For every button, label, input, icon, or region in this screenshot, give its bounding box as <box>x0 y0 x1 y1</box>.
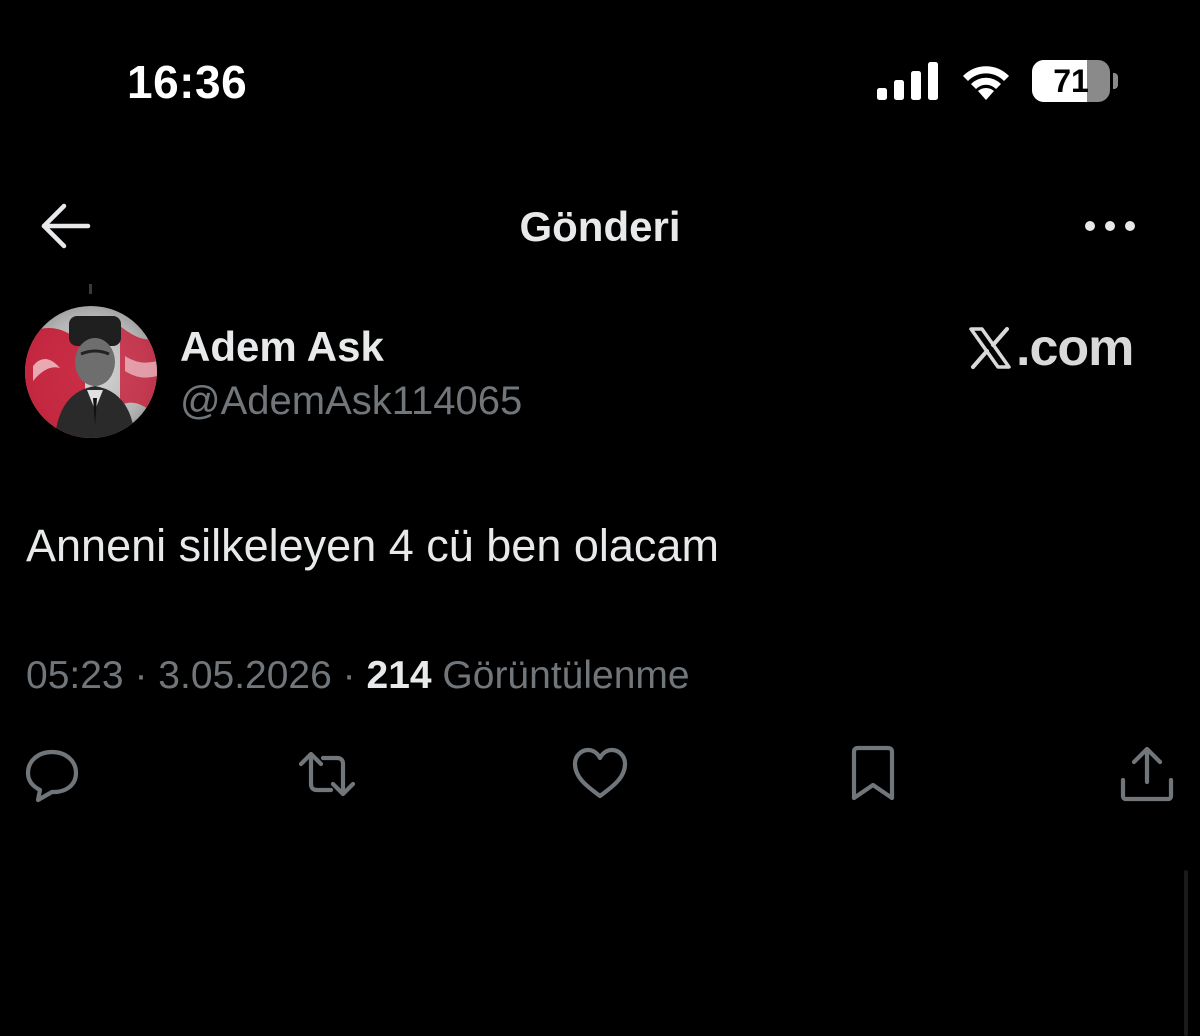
bookmark-icon <box>851 745 895 801</box>
profile-avatar <box>25 306 157 438</box>
share-icon <box>1120 746 1174 802</box>
tweet-text: Anneni silkeleyen 4 cü ben olacam <box>26 520 719 571</box>
battery-percentage: 71 <box>1053 63 1089 99</box>
avatar[interactable] <box>25 306 157 438</box>
status-time: 16:36 <box>127 56 248 108</box>
more-horizontal-icon <box>1085 221 1135 231</box>
x-logo-icon <box>969 327 1011 369</box>
reply-button[interactable] <box>22 744 82 804</box>
watermark-text: .com <box>1016 319 1134 377</box>
bookmark-button[interactable] <box>843 744 903 804</box>
tweet-time[interactable]: 05:23 <box>26 654 124 697</box>
back-button[interactable] <box>38 200 94 252</box>
cellular-signal-icon <box>877 62 938 100</box>
watermark: .com <box>968 318 1134 378</box>
thread-connector <box>89 284 92 294</box>
reply-icon <box>25 749 79 803</box>
repost-icon <box>298 751 356 797</box>
heart-icon <box>572 747 628 799</box>
repost-button[interactable] <box>297 744 357 804</box>
scroll-indicator <box>1184 870 1188 1036</box>
author-handle[interactable]: @AdemAsk114065 <box>180 377 522 425</box>
views-count[interactable]: 214 <box>367 654 432 697</box>
more-options-button[interactable] <box>1080 206 1140 246</box>
arrow-left-icon <box>41 203 91 249</box>
tweet-date[interactable]: 3.05.2026 <box>158 654 332 697</box>
meta-separator: · <box>342 654 356 697</box>
author-name[interactable]: Adem Ask <box>180 322 384 372</box>
page-title: Gönderi <box>519 203 681 250</box>
like-button[interactable] <box>570 744 630 804</box>
share-button[interactable] <box>1117 744 1177 804</box>
views-label[interactable]: Görüntülenme <box>442 654 689 697</box>
meta-separator: · <box>134 654 148 697</box>
battery-cap <box>1113 73 1118 89</box>
tweet-meta: 05:23 · 3.05.2026 · 214 Görüntülenme <box>26 652 690 700</box>
battery-icon: 71 <box>1032 60 1120 102</box>
wifi-icon <box>963 66 1009 100</box>
battery-body: 71 <box>1032 60 1110 102</box>
